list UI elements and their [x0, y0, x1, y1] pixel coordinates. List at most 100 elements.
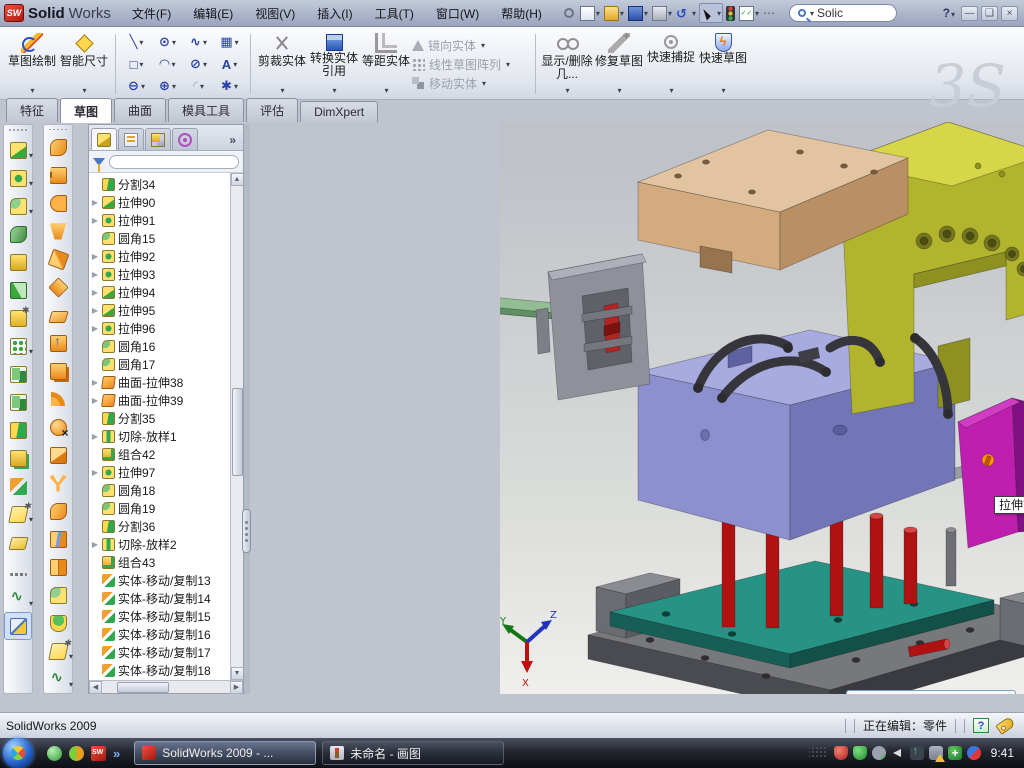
tree-item[interactable]: ▶ 拉伸92 [91, 247, 230, 265]
command-button[interactable]: 显示/删除几...▾ [541, 30, 593, 98]
tree-item[interactable]: ▶ 组合42 [91, 445, 230, 463]
feature-tool-button[interactable]: ▾ [4, 164, 32, 192]
command-button[interactable]: 转换实体引用▾ [308, 30, 360, 98]
surface-tool-button[interactable]: ▾ [44, 413, 72, 441]
expand-arrow-icon[interactable]: ▶ [91, 396, 99, 405]
tree-item[interactable]: ▶ 拉伸91 [91, 211, 230, 229]
feature-tool-button[interactable]: ▾ [4, 612, 32, 640]
feature-tool-button[interactable]: ▾ [4, 276, 32, 304]
search-box[interactable]: ▾ Solic [789, 4, 897, 22]
panel-overflow-chevron[interactable]: » [229, 133, 241, 150]
tree-item[interactable]: ▶ 圆角16 [91, 337, 230, 355]
scroll-left-icon[interactable]: ◀ [89, 681, 102, 694]
sketch-entity-button[interactable]: ✱▾ [214, 75, 245, 97]
surface-tool-button[interactable]: ▾ [44, 245, 72, 273]
tree-item[interactable]: ▶ 圆角17 [91, 355, 230, 373]
menu-item[interactable]: 视图(V) [244, 0, 306, 26]
tree-item[interactable]: ▶ 实体-移动/复制13 [91, 571, 230, 589]
panel-tab[interactable] [172, 128, 198, 150]
surface-tool-button[interactable]: ▾ [44, 525, 72, 553]
feature-tool-button[interactable]: ▾ [4, 136, 32, 164]
expand-arrow-icon[interactable]: ▶ [91, 540, 99, 549]
surface-tool-button[interactable]: ▾ [44, 497, 72, 525]
expand-arrow-icon[interactable]: ▶ [91, 270, 99, 279]
tray-icon[interactable] [834, 746, 848, 760]
command-button[interactable]: 智能尺寸▾ [58, 30, 110, 98]
expand-arrow-icon[interactable]: ▶ [91, 252, 99, 261]
panel-tab[interactable] [118, 128, 144, 150]
search-input[interactable]: Solic [817, 6, 843, 20]
menu-item[interactable]: 工具(T) [364, 0, 425, 26]
command-button[interactable]: 快速草图▾ [697, 30, 749, 98]
toolbar-drag-handle[interactable] [8, 128, 28, 133]
tray-icon[interactable] [967, 746, 981, 760]
quick-launch-icon[interactable] [47, 746, 62, 761]
tray-icon[interactable] [891, 746, 905, 760]
feature-tool-button[interactable]: ▾ [4, 416, 32, 444]
expand-arrow-icon[interactable]: ▶ [91, 432, 99, 441]
surface-tool-button[interactable]: ▾ [44, 189, 72, 217]
tree-item[interactable]: ▶ 组合43 [91, 553, 230, 571]
command-button[interactable]: 修复草图▾ [593, 30, 645, 98]
sketch-entity-button[interactable]: ∿▾ [183, 31, 214, 53]
feature-tool-button[interactable]: ▾ [4, 584, 32, 612]
start-button[interactable] [3, 738, 33, 768]
quick-access-button[interactable]: ▾ [738, 3, 760, 23]
quick-access-button[interactable]: ▾ [561, 3, 577, 23]
command-button[interactable]: 移动实体▾ [412, 75, 530, 92]
sketch-entity-button[interactable]: ▦▾ [214, 31, 245, 53]
tray-icon[interactable] [910, 746, 924, 760]
surface-tool-button[interactable]: ▾ [44, 553, 72, 581]
quick-access-button[interactable]: ▾ [762, 3, 779, 23]
quick-launch-icon[interactable] [91, 746, 106, 761]
close-button[interactable]: × [1001, 6, 1018, 21]
tree-item[interactable]: ▶ 实体-移动/复制18 [91, 661, 230, 679]
tree-item[interactable]: ▶ 实体-移动/复制17 [91, 643, 230, 661]
feature-tool-button[interactable]: ▾ [4, 248, 32, 276]
quick-access-button[interactable]: ▾ [651, 3, 673, 23]
feature-tool-button[interactable]: ▾ [4, 556, 32, 584]
panel-tab[interactable] [91, 128, 117, 150]
surface-tool-button[interactable]: ▾ [44, 133, 72, 161]
tree-item[interactable]: ▶ 拉伸90 [91, 193, 230, 211]
feature-tool-button[interactable]: ▾ [4, 304, 32, 332]
tray-icon[interactable] [853, 746, 867, 760]
toolbar-drag-handle[interactable] [48, 128, 68, 130]
quick-access-button[interactable]: ▾ [627, 3, 649, 23]
quick-access-button[interactable]: ▾ [579, 3, 601, 23]
surface-tool-button[interactable]: ▾ [44, 329, 72, 357]
feature-tool-button[interactable]: ▾ [4, 388, 32, 416]
scrollbar-thumb[interactable] [232, 388, 243, 476]
quick-tips-button[interactable]: ? [973, 718, 989, 733]
sketch-entity-button[interactable]: ╲▾ [121, 31, 152, 53]
sketch-entity-button[interactable]: ⊘▾ [183, 53, 214, 75]
sketch-entity-button[interactable]: A▾ [214, 53, 245, 75]
ribbon-tab[interactable]: 特征 [6, 98, 58, 122]
tree-item[interactable]: ▶ 切除-放样1 [91, 427, 230, 445]
ribbon-tab[interactable]: 曲面 [114, 98, 166, 122]
task-button[interactable]: 未命名 - 画图 [322, 741, 504, 765]
quick-access-button[interactable]: ▾ [603, 3, 625, 23]
quick-launch-icon[interactable] [69, 746, 84, 761]
menu-item[interactable]: 窗口(W) [425, 0, 490, 26]
expand-arrow-icon[interactable]: ▶ [91, 378, 99, 387]
tree-item[interactable]: ▶ 圆角15 [91, 229, 230, 247]
command-button[interactable]: 剪裁实体▾ [256, 30, 308, 98]
feature-tool-button[interactable]: ▾ [4, 220, 32, 248]
expand-arrow-icon[interactable]: ▶ [91, 198, 99, 207]
feature-tool-button[interactable]: ▾ [4, 192, 32, 220]
surface-tool-button[interactable]: ▾ [44, 301, 72, 329]
surface-tool-button[interactable]: ▾ [44, 441, 72, 469]
menu-item[interactable]: 帮助(H) [490, 0, 553, 26]
tree-vertical-scrollbar[interactable]: ▲ ▼ [230, 173, 243, 680]
filter-input[interactable] [109, 155, 239, 169]
search-dropdown-icon[interactable]: ▾ [810, 9, 814, 18]
tree-item[interactable]: ▶ 拉伸95 [91, 301, 230, 319]
side-insert[interactable] [958, 398, 1024, 548]
sketch-entity-button[interactable]: □▾ [121, 53, 152, 75]
sketch-entity-button[interactable]: ⊕▾ [152, 75, 183, 97]
model-canvas[interactable]: Y Z X [500, 122, 1024, 694]
scroll-up-icon[interactable]: ▲ [231, 173, 244, 186]
quick-access-button[interactable]: ▾ [699, 3, 723, 23]
expand-arrow-icon[interactable]: ▶ [91, 288, 99, 297]
